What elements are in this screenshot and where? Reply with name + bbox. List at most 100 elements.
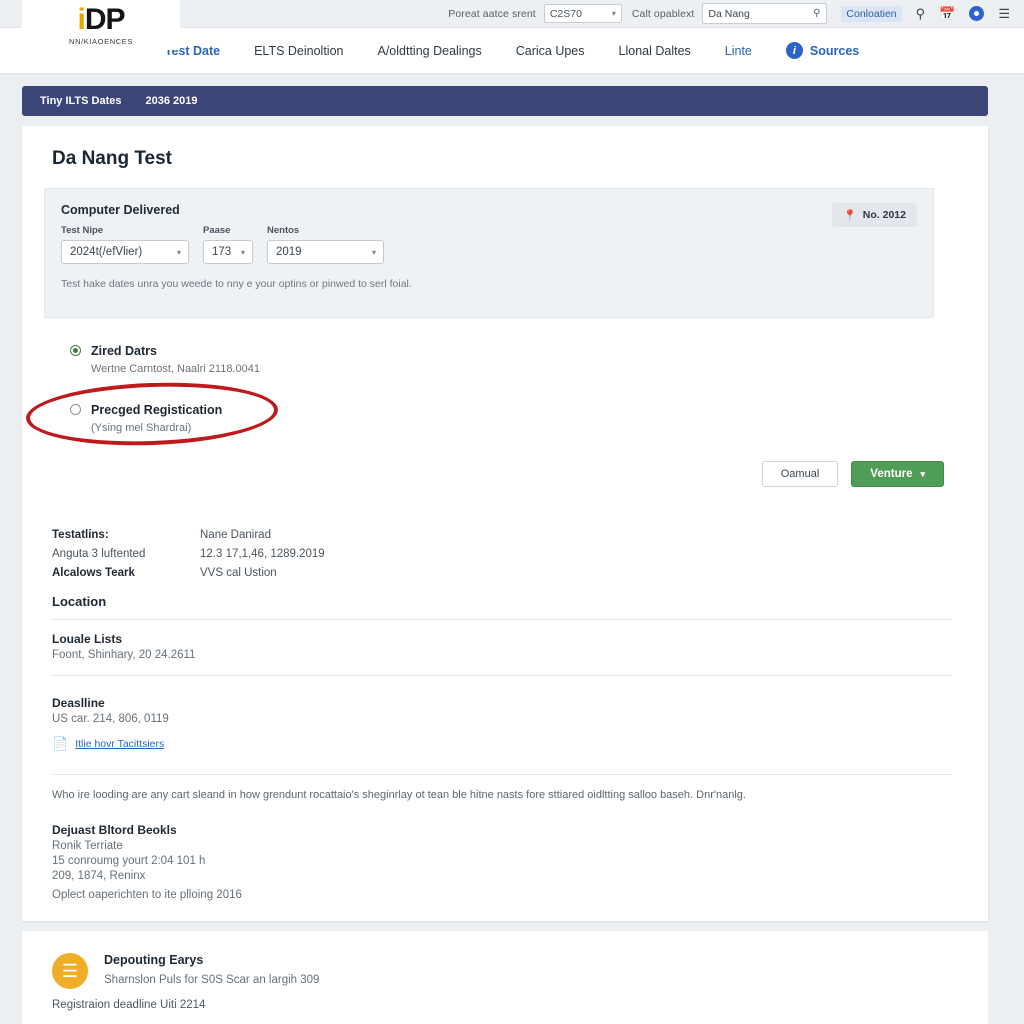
promo-content: ☰ Depouting Earys Sharnslon Puls for S0S… [22, 931, 988, 989]
deadline-link-text: Itlie hovr Tacittsiers [75, 738, 165, 750]
location-section: Location Louale Lists Foont, Shinhary, 2… [52, 594, 952, 676]
chevron-down-icon: ▾ [611, 9, 616, 18]
field-test-type-value: 2024t(/efVlier) [70, 246, 143, 258]
divider [52, 774, 952, 775]
field-test-type-select[interactable]: 2024t(/efVlier) ▾ [61, 240, 189, 264]
utilbar-filter-value: C2S70 [549, 7, 582, 20]
summary-label: Alcalows Teark [52, 567, 135, 579]
utilbar-filter-select[interactable]: C2S70 ▾ [543, 4, 622, 23]
radio-option-preceded-registration[interactable]: Precged Registication (Ysing mel Shardra… [70, 401, 260, 434]
summary-row: Alcalows Teark VVS cal Ustion [52, 564, 952, 583]
promo-subtitle: Sharnslon Puls for S0S Scar an largih 30… [104, 974, 320, 986]
deadline-download-link[interactable]: 📄 Itlie hovr Tacittsiers [52, 736, 952, 752]
test-selector-panel: Computer Delivered Test Nipe 2024t(/efVl… [44, 188, 934, 318]
books-heading: Dejuast Bltord Beokls [52, 823, 177, 837]
promo-card: ☰ Depouting Earys Sharnslon Puls for S0S… [22, 931, 988, 1024]
nav-item-carica-upes[interactable]: Carica Upes [516, 44, 585, 58]
action-button-group: Oamual Venture ▾ [761, 461, 944, 487]
utilbar-consultation-link[interactable]: Conloatien [841, 5, 902, 22]
summary-value: VVS cal Ustion [200, 567, 277, 579]
calendar-icon[interactable]: 📅 [939, 7, 955, 20]
logo-mark: iDP [77, 2, 126, 36]
chevron-down-icon: ▾ [176, 247, 181, 257]
nav-item-sources[interactable]: i Sources [785, 42, 860, 59]
cancel-button[interactable]: Oamual [761, 461, 839, 487]
account-icon[interactable] [969, 6, 985, 21]
location-section-heading: Location [52, 594, 107, 609]
location-sub-heading: Louale Lists [52, 632, 123, 646]
nav-item-ielts-definition[interactable]: ELTS Deinoltion [254, 44, 343, 58]
breadcrumb-item-1[interactable]: 2036 2019 [146, 95, 198, 107]
deadline-section: Deaslline US car. 214, 806, 0119 📄 Itlie… [52, 696, 952, 775]
radio-label: Precged Registication [91, 403, 223, 417]
logo-mark-dp: DP [84, 2, 126, 36]
radio-icon-selected[interactable] [70, 345, 81, 356]
field-month: Nentos 2019 ▾ [267, 225, 384, 264]
summary-label: Anguta 3 luftented [52, 548, 146, 560]
field-phase-label: Paase [203, 225, 231, 236]
radio-sublabel: (Ysing mel Shardrai) [91, 422, 192, 434]
books-block: Dejuast Bltord Beokls Ronik Terriate 15 … [52, 803, 952, 901]
divider [52, 675, 952, 676]
utilbar-search-value: Da Nang [708, 7, 750, 20]
nav-item-llonal-dates[interactable]: Llonal Daltes [619, 44, 691, 58]
books-line-3: Oplect oaperichten to ite plloing 2016 [52, 889, 242, 901]
field-month-select[interactable]: 2019 ▾ [267, 240, 384, 264]
field-month-label: Nentos [267, 225, 300, 236]
location-badge: 📍 No. 2012 [832, 203, 917, 227]
field-month-value: 2019 [276, 246, 302, 258]
radio-option-text: Zired Datrs Wertne Carntost, Naalri 2118… [91, 342, 260, 375]
field-phase-select[interactable]: 173 ▾ [203, 240, 253, 264]
utilbar-location-label: Calt opablext [631, 7, 695, 20]
radio-sublabel: Wertne Carntost, Naalri 2118.0041 [91, 363, 260, 375]
summary-row: Anguta 3 luftented 12.3 17,1,46, 1289.20… [52, 545, 952, 564]
info-paragraph: Who ire looding are any cart sleand in h… [52, 789, 746, 801]
logo-subtitle: NN/KIAOENCES [69, 36, 133, 46]
summary-value: Nane Danirad [200, 529, 271, 541]
breadcrumb-item-0[interactable]: Tiny ILTS Dates [40, 95, 122, 107]
panel-title: Computer Delivered [61, 203, 180, 217]
venture-button-label: Venture [870, 468, 913, 480]
field-phase-value: 173 [212, 246, 232, 258]
deadline-heading: Deaslline [52, 696, 105, 710]
promo-text: Depouting Earys Sharnslon Puls for S0S S… [104, 953, 319, 986]
nav-item-avoiding-dealings[interactable]: A/oldtting Dealings [378, 44, 482, 58]
venture-button[interactable]: Venture ▾ [851, 461, 944, 487]
page-title: Da Nang Test [52, 148, 173, 169]
utilbar-filter-label: Poreat aatce srent [448, 7, 536, 20]
chevron-down-icon: ▾ [920, 468, 925, 479]
panel-field-group: Test Nipe 2024t(/efVlier) ▾ Paase 173 ▾ … [45, 217, 933, 264]
field-test-type-label: Test Nipe [61, 225, 104, 236]
promo-footer: Registraion deadline Uiti 2214 [52, 999, 206, 1011]
page-root: Poreat aatce srent C2S70 ▾ Calt opablext… [0, 0, 1024, 1024]
summary-value: 12.3 17,1,46, 1289.2019 [200, 548, 325, 560]
radio-label: Zired Datrs [91, 344, 157, 358]
utilbar-icon-group: ⚲ 📅 ☰ [916, 6, 1024, 21]
summary-row: Testatlins: Nane Danirad [52, 526, 952, 545]
nav-sources-label: Sources [809, 43, 860, 58]
utilbar-search-input[interactable]: Da Nang ⚲ [702, 3, 828, 24]
books-line-0: Ronik Terriate [52, 840, 123, 852]
summary-table: Testatlins: Nane Danirad Anguta 3 luften… [52, 526, 952, 583]
breadcrumb: Tiny ILTS Dates 2036 2019 [22, 86, 988, 116]
pdf-icon: 📄 [52, 736, 69, 751]
search-icon[interactable]: ⚲ [813, 8, 820, 19]
books-line-1: 15 conroumg yourt 2:04 101 h [52, 855, 206, 867]
radio-option-zired-dates[interactable]: Zired Datrs Wertne Carntost, Naalri 2118… [70, 342, 260, 375]
logo-mark-i: i [77, 2, 85, 36]
info-section: Who ire looding are any cart sleand in h… [52, 787, 952, 901]
deadline-value: US car. 214, 806, 0119 [52, 713, 169, 725]
brand-logo[interactable]: iDP NN/KIAOENCES [22, 0, 180, 50]
location-pin-icon: 📍 [843, 209, 857, 222]
document-icon: ☰ [52, 953, 88, 989]
radio-icon-unselected[interactable] [70, 404, 81, 415]
location-sub-text: Foont, Shinhary, 20 24.2611 [52, 649, 196, 661]
main-content-card: Da Nang Test Computer Delivered Test Nip… [22, 126, 988, 921]
summary-label: Testatlins: [52, 529, 109, 541]
field-phase: Paase 173 ▾ [203, 225, 253, 264]
info-icon: i [785, 42, 803, 59]
promo-title: Depouting Earys [104, 953, 204, 967]
menu-icon[interactable]: ☰ [998, 7, 1010, 20]
nav-item-linte[interactable]: Linte [725, 44, 752, 58]
search-icon[interactable]: ⚲ [916, 7, 926, 20]
